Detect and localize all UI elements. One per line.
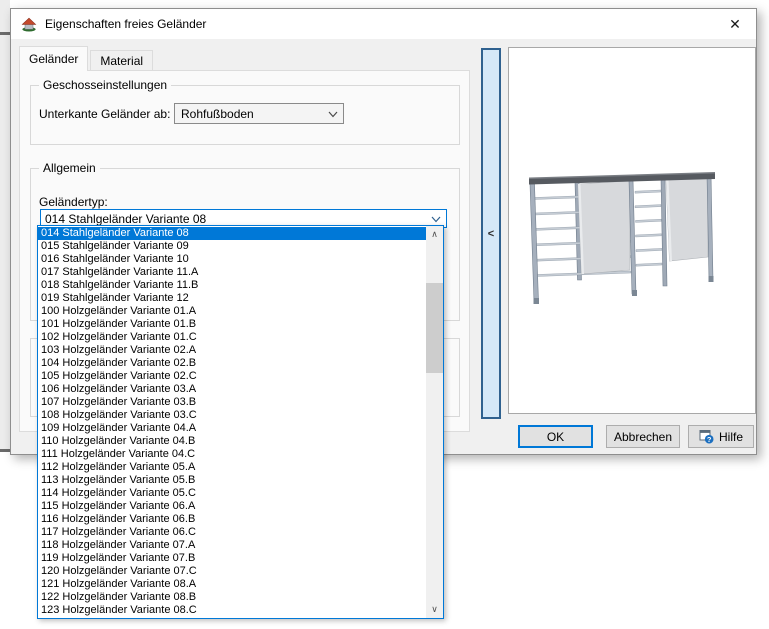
unterkante-label: Unterkante Geländer ab: xyxy=(39,107,170,121)
dropdown-option[interactable]: 112 Holzgeländer Variante 05.A xyxy=(38,461,426,474)
dropdown-option[interactable]: 104 Holzgeländer Variante 02.B xyxy=(38,357,426,370)
dropdown-option[interactable]: 103 Holzgeländer Variante 02.A xyxy=(38,344,426,357)
help-window-question-icon: ? xyxy=(699,429,714,444)
chevron-down-icon xyxy=(431,216,441,223)
dropdown-option-list: 014 Stahlgeländer Variante 08015 Stahlge… xyxy=(38,227,426,618)
tab-gelaender[interactable]: Geländer xyxy=(19,46,88,71)
groupbox-title: Allgemein xyxy=(39,161,100,175)
dropdown-option[interactable]: 115 Holzgeländer Variante 06.A xyxy=(38,500,426,513)
dropdown-option[interactable]: 119 Holzgeländer Variante 07.B xyxy=(38,552,426,565)
railing-3d-preview xyxy=(509,48,755,413)
dropdown-option[interactable]: 116 Holzgeländer Variante 06.B xyxy=(38,513,426,526)
groupbox-geschosseinstellungen: Geschosseinstellungen Unterkante Gelände… xyxy=(30,85,460,145)
dropdown-option[interactable]: 121 Holzgeländer Variante 08.A xyxy=(38,578,426,591)
dropdown-option[interactable]: 113 Holzgeländer Variante 05.B xyxy=(38,474,426,487)
cancel-button-label: Abbrechen xyxy=(614,430,672,444)
dropdown-option[interactable]: 111 Holzgeländer Variante 04.C xyxy=(38,448,426,461)
dropdown-option[interactable]: 120 Holzgeländer Variante 07.C xyxy=(38,565,426,578)
dropdown-option[interactable]: 114 Holzgeländer Variante 05.C xyxy=(38,487,426,500)
title-bar[interactable]: Eigenschaften freies Geländer ✕ xyxy=(11,9,756,39)
dropdown-option[interactable]: 017 Stahlgeländer Variante 11.A xyxy=(38,266,426,279)
dropdown-option[interactable]: 015 Stahlgeländer Variante 09 xyxy=(38,240,426,253)
gelaendertyp-label: Geländertyp: xyxy=(39,195,108,209)
dropdown-option[interactable]: 122 Holzgeländer Variante 08.B xyxy=(38,591,426,604)
dropdown-option[interactable]: 019 Stahlgeländer Variante 12 xyxy=(38,292,426,305)
cancel-button[interactable]: Abbrechen xyxy=(606,425,680,448)
dropdown-option[interactable]: 110 Holzgeländer Variante 04.B xyxy=(38,435,426,448)
dropdown-option[interactable]: 109 Holzgeländer Variante 04.A xyxy=(38,422,426,435)
dropdown-scrollbar[interactable]: ∧ ∨ xyxy=(426,226,443,618)
dropdown-option[interactable]: 105 Holzgeländer Variante 02.C xyxy=(38,370,426,383)
dropdown-option[interactable]: 117 Holzgeländer Variante 06.C xyxy=(38,526,426,539)
unterkante-combobox[interactable]: Rohfußboden xyxy=(174,103,344,124)
background-window-edge xyxy=(0,0,10,452)
close-icon[interactable]: ✕ xyxy=(722,13,748,35)
dropdown-option[interactable]: 108 Holzgeländer Variante 03.C xyxy=(38,409,426,422)
scrollbar-thumb[interactable] xyxy=(426,283,443,373)
chevron-down-icon xyxy=(328,111,338,118)
railing-preview-panel xyxy=(508,47,756,414)
scroll-up-icon[interactable]: ∧ xyxy=(426,226,443,243)
dropdown-option[interactable]: 102 Holzgeländer Variante 01.C xyxy=(38,331,426,344)
dropdown-option[interactable]: 107 Holzgeländer Variante 03.B xyxy=(38,396,426,409)
help-button[interactable]: ? Hilfe xyxy=(688,425,754,448)
help-button-label: Hilfe xyxy=(719,430,743,444)
tab-material[interactable]: Material xyxy=(90,50,153,71)
dropdown-option[interactable]: 016 Stahlgeländer Variante 10 xyxy=(38,253,426,266)
ok-button-label: OK xyxy=(547,430,564,444)
combobox-value: 014 Stahlgeländer Variante 08 xyxy=(45,212,206,226)
collapse-arrow: < xyxy=(488,228,494,240)
scroll-down-icon[interactable]: ∨ xyxy=(426,601,443,618)
svg-text:?: ? xyxy=(707,435,712,444)
combobox-value: Rohfußboden xyxy=(181,107,254,121)
groupbox-title: Geschosseinstellungen xyxy=(39,78,171,92)
background-window-divider xyxy=(0,32,10,35)
dropdown-option[interactable]: 014 Stahlgeländer Variante 08 xyxy=(38,227,426,240)
dropdown-option[interactable]: 118 Holzgeländer Variante 07.A xyxy=(38,539,426,552)
gelaendertyp-dropdown-popup: 014 Stahlgeländer Variante 08015 Stahlge… xyxy=(37,225,444,619)
dropdown-option[interactable]: 123 Holzgeländer Variante 08.C xyxy=(38,604,426,617)
dropdown-option[interactable]: 106 Holzgeländer Variante 03.A xyxy=(38,383,426,396)
dialog-title: Eigenschaften freies Geländer xyxy=(45,9,206,39)
ok-button[interactable]: OK xyxy=(518,425,593,448)
dropdown-option[interactable]: 100 Holzgeländer Variante 01.A xyxy=(38,305,426,318)
dropdown-option[interactable]: 018 Stahlgeländer Variante 11.B xyxy=(38,279,426,292)
preview-collapse-splitter[interactable]: < xyxy=(481,48,501,419)
tab-strip: Geländer Material xyxy=(19,46,153,71)
house-icon xyxy=(21,16,37,32)
dropdown-option[interactable]: 101 Holzgeländer Variante 01.B xyxy=(38,318,426,331)
